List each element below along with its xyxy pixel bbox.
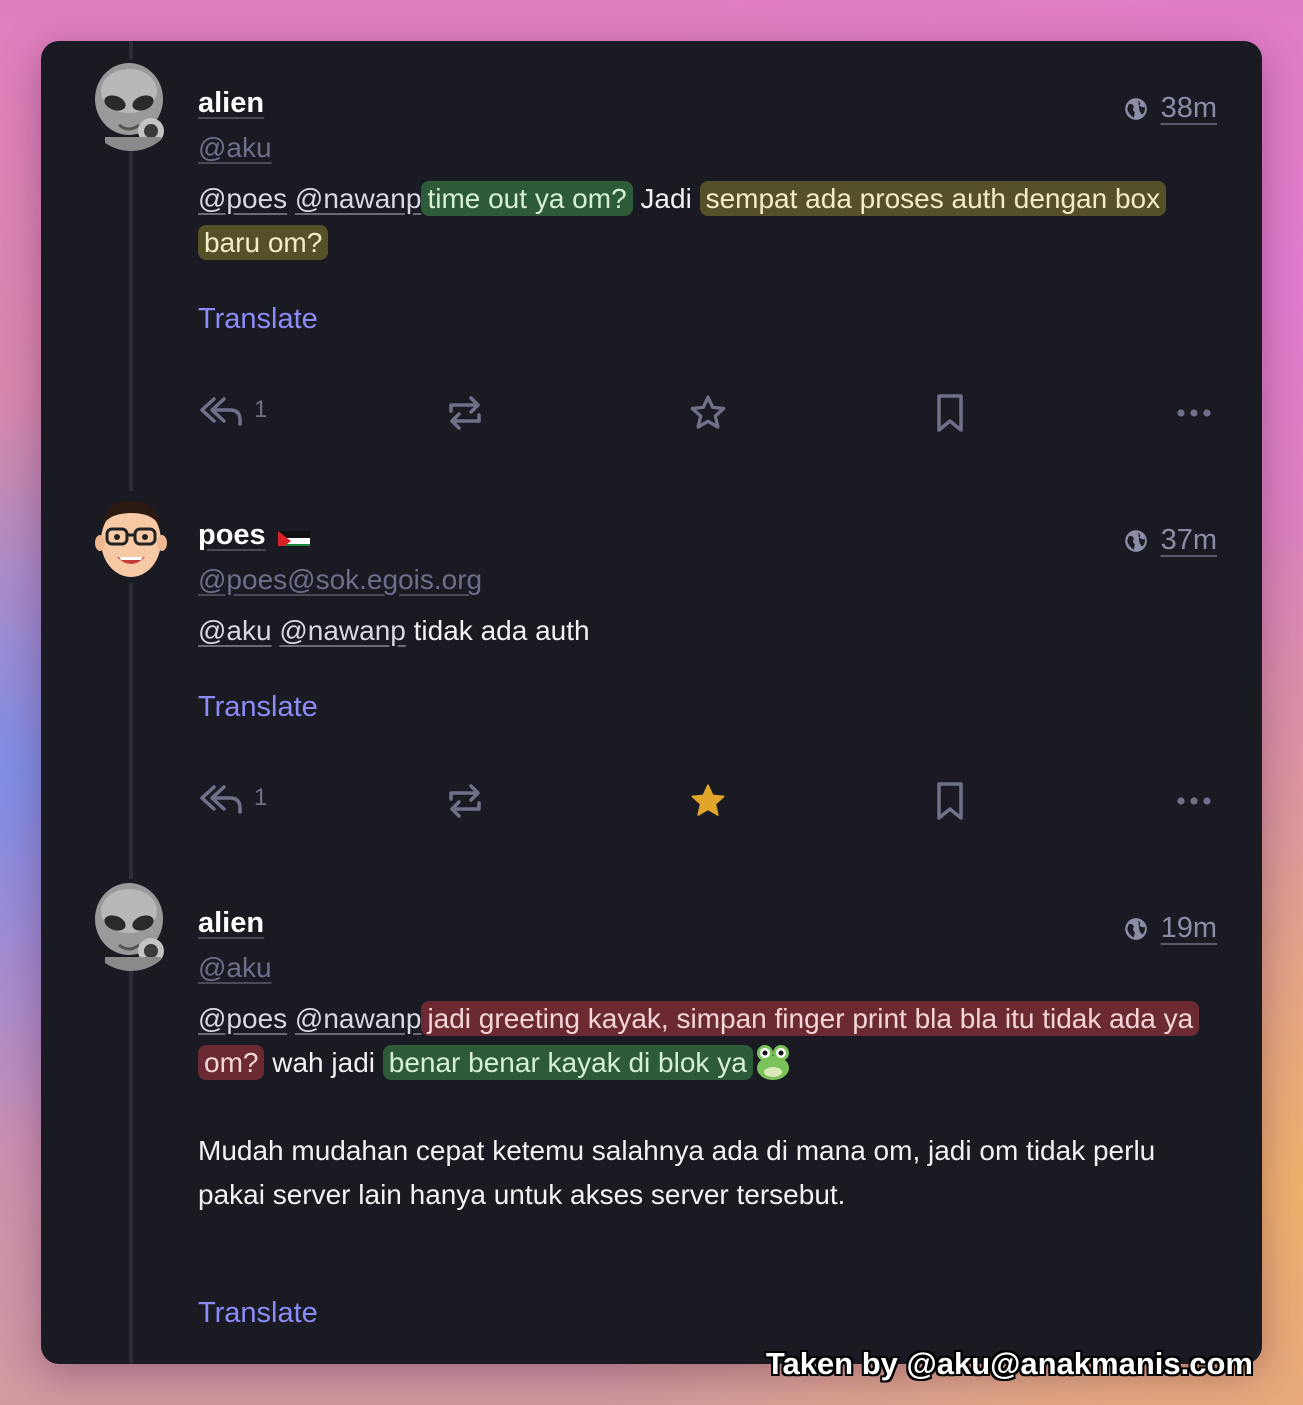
post-actions: 1	[198, 781, 1223, 831]
avatar-alien[interactable]	[85, 879, 177, 971]
boost-icon	[449, 784, 481, 818]
translate-button[interactable]: Translate	[198, 691, 318, 724]
bookmark-button[interactable]	[934, 393, 966, 433]
favourite-button-active[interactable]	[688, 781, 728, 821]
avatar-poes[interactable]	[85, 491, 177, 583]
palestine-flag-icon	[277, 526, 310, 546]
mention-link[interactable]: @poes	[198, 1003, 287, 1034]
reply-count: 1	[254, 784, 268, 811]
thread-line	[129, 41, 133, 1364]
timestamp[interactable]: 37m	[1123, 524, 1217, 557]
reply-all-icon	[200, 785, 242, 814]
more-icon	[1177, 409, 1211, 417]
bookmark-icon	[937, 782, 963, 820]
post-paragraph: Mudah mudahan cepat ketemu salahnya ada …	[198, 1135, 1156, 1210]
post-content: @aku @nawanp tidak ada auth	[198, 609, 1208, 653]
display-name[interactable]: alien	[198, 907, 264, 940]
post-text: wah jadi	[272, 1047, 375, 1078]
avatar-alien[interactable]	[85, 59, 177, 151]
star-icon	[690, 395, 726, 429]
mention-link[interactable]: @poes	[198, 183, 287, 214]
bookmark-icon	[937, 394, 963, 432]
post-text: Jadi	[640, 183, 692, 214]
display-name[interactable]: poes	[198, 519, 310, 552]
star-filled-icon	[691, 784, 725, 816]
post-text: tidak ada auth	[413, 615, 590, 646]
mention-link[interactable]: @aku	[198, 615, 272, 646]
post-content: @poes @nawanp time out ya om? Jadi sempat…	[198, 177, 1208, 265]
boost-button[interactable]	[446, 781, 484, 821]
globe-icon	[1124, 529, 1147, 552]
more-button[interactable]	[1176, 393, 1212, 433]
highlight-green: benar benar kayak di blok ya	[382, 1045, 753, 1080]
post-actions: 1	[198, 393, 1223, 443]
boost-button[interactable]	[446, 393, 484, 433]
mention-link[interactable]: @nawanp	[295, 183, 422, 214]
reply-count: 1	[254, 396, 268, 423]
bookmark-button[interactable]	[934, 781, 966, 821]
mention-link[interactable]: @nawanp	[279, 615, 406, 646]
reply-button[interactable]: 1	[198, 781, 267, 815]
cartoon-face-avatar-icon	[95, 501, 167, 577]
translate-button[interactable]: Translate	[198, 1297, 318, 1330]
translate-button[interactable]: Translate	[198, 303, 318, 336]
alien-avatar-icon	[95, 883, 164, 971]
timestamp[interactable]: 19m	[1123, 912, 1217, 945]
reply-all-icon	[200, 397, 242, 426]
screenshot-credit: Taken by @aku@anakmanis.com	[765, 1346, 1253, 1381]
display-name[interactable]: alien	[198, 87, 264, 120]
mention-link[interactable]: @nawanp	[295, 1003, 422, 1034]
alien-avatar-icon	[95, 63, 164, 151]
globe-icon	[1124, 917, 1147, 940]
timeline-window: alien @aku 38m @poes @nawanp time out ya …	[41, 41, 1262, 1364]
more-button[interactable]	[1176, 781, 1212, 821]
favourite-button[interactable]	[688, 393, 728, 433]
timestamp[interactable]: 38m	[1123, 92, 1217, 125]
reply-button[interactable]: 1	[198, 393, 267, 427]
globe-icon	[1124, 97, 1147, 120]
user-handle[interactable]: @aku	[198, 952, 272, 984]
user-handle[interactable]: @poes@sok.egois.org	[198, 564, 482, 596]
boost-icon	[449, 396, 481, 430]
frog-emoji-icon	[756, 1045, 789, 1080]
more-icon	[1177, 797, 1211, 805]
highlight-green: time out ya om?	[421, 181, 633, 216]
post-content: @poes @nawanp jadi greeting kayak, simpan…	[198, 997, 1208, 1217]
user-handle[interactable]: @aku	[198, 132, 272, 164]
